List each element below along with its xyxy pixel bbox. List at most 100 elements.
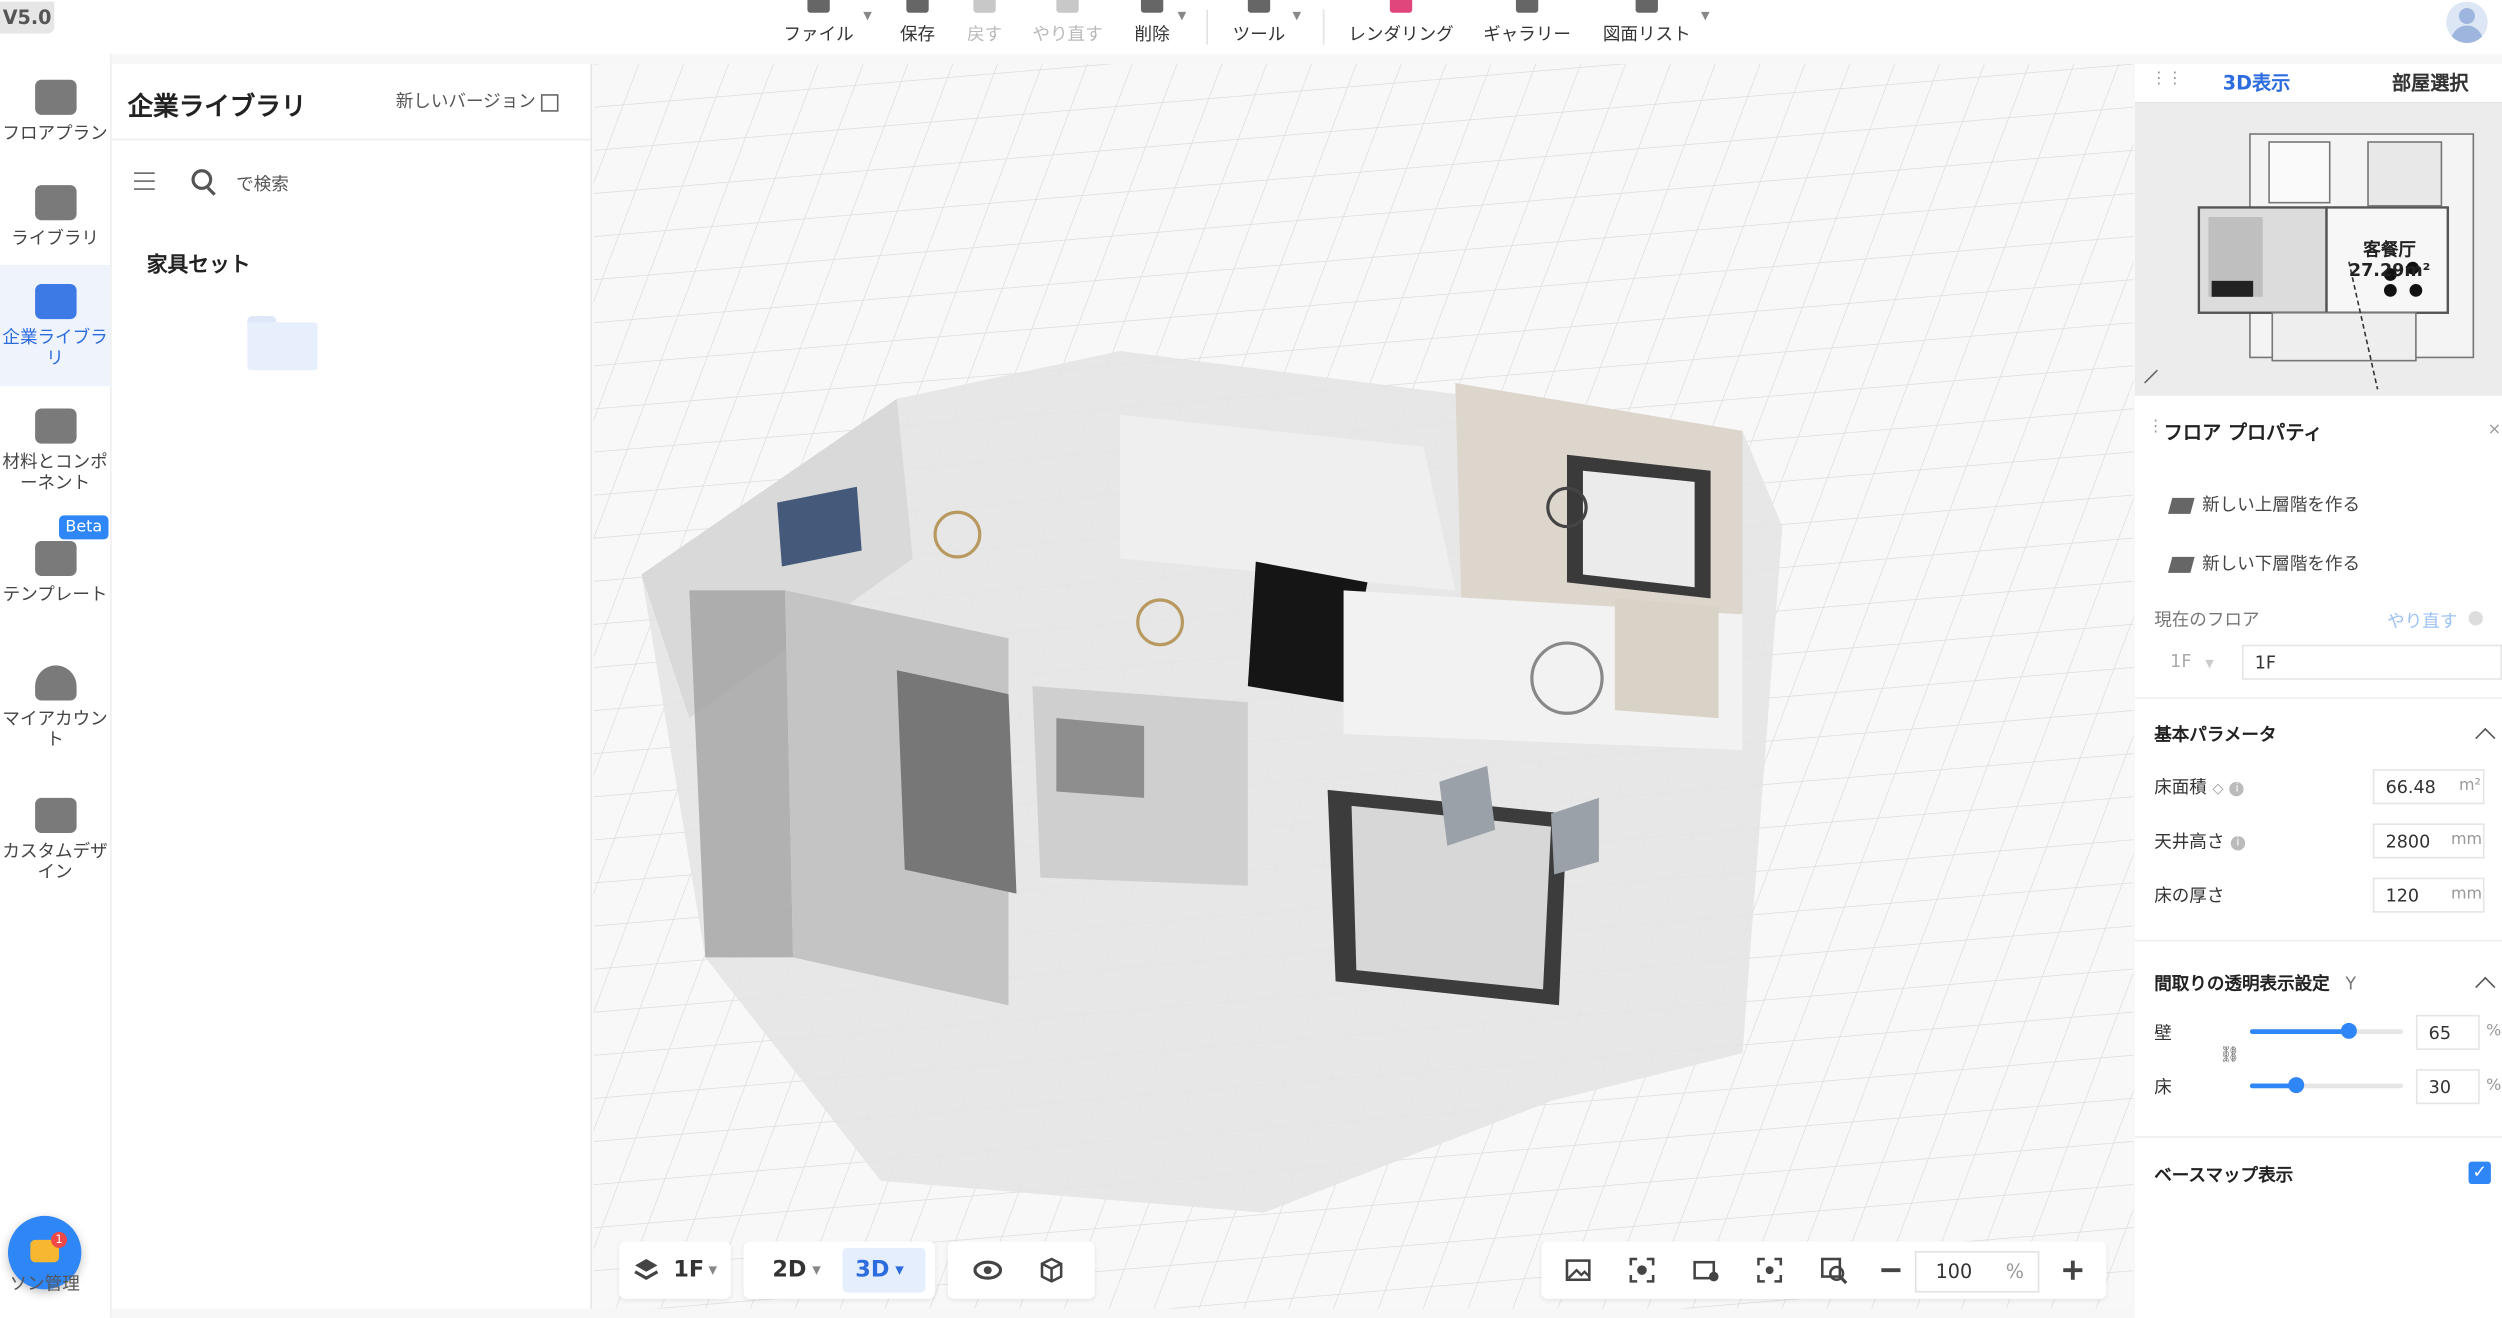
exit-icon — [540, 93, 559, 111]
collapse-icon[interactable] — [2475, 976, 2496, 998]
properties-title: フロア プロパティ — [2163, 421, 2323, 444]
current-floor-redo-link[interactable]: やり直す — [2387, 608, 2457, 634]
undo-button[interactable]: 戻す — [961, 0, 1009, 54]
3d-mode-button[interactable]: 3D ▼ — [842, 1247, 926, 1293]
list-icon[interactable] — [134, 172, 155, 191]
furniture-set-heading: 家具セット — [146, 253, 251, 278]
floor-selector[interactable]: 1F ▼ — [619, 1241, 731, 1299]
layers-icon — [34, 79, 76, 115]
chat-badge: 1 — [51, 1231, 68, 1248]
new-version-link[interactable]: 新しいバージョン — [396, 88, 559, 114]
version-badge: V5.0 — [0, 1, 55, 34]
user-icon — [34, 665, 76, 701]
add-layer-icon — [2168, 497, 2195, 514]
sofa-icon — [34, 185, 76, 221]
drawing-list-dropdown-icon[interactable]: ▼ — [1701, 10, 1710, 23]
2d-dropdown-icon[interactable]: ▼ — [812, 1264, 821, 1277]
nav-floorplan[interactable]: フロアプラン — [0, 79, 110, 163]
link-icon[interactable]: ⛓ — [2220, 1047, 2240, 1065]
image-icon[interactable] — [1564, 1256, 1593, 1285]
user-avatar[interactable] — [2446, 1, 2488, 44]
floor-transparency-slider[interactable] — [2249, 1077, 2404, 1094]
view-mode-toggle: 2D ▼ 3D ▼ — [743, 1241, 936, 1299]
info-icon: i — [2229, 781, 2245, 796]
library-panel: 企業ライブラリ 新しいバージョン で検索 家具セット — [111, 63, 593, 1309]
room-name: 客餐厅 — [2363, 239, 2416, 261]
file-button[interactable]: ファイル — [782, 0, 855, 54]
floor-select[interactable]: 1F ▼ — [2154, 645, 2237, 680]
tools-dropdown-icon[interactable]: ▼ — [1293, 10, 1302, 23]
zoom-region-icon[interactable] — [1819, 1256, 1848, 1285]
camera-settings-icon[interactable] — [1691, 1256, 1720, 1285]
refresh-icon[interactable] — [2468, 611, 2483, 626]
add-layer-icon — [2168, 556, 2195, 573]
basemap-label: ベースマップ表示 — [2154, 1164, 2294, 1186]
file-dropdown-icon[interactable]: ▼ — [863, 10, 872, 23]
search-input[interactable]: で検索 — [236, 171, 289, 197]
drag-handle-icon[interactable]: ⋮ — [2148, 418, 2164, 436]
room-area: 27.29m² — [2348, 260, 2431, 281]
beta-badge: Beta — [59, 515, 109, 540]
basemap-checkbox[interactable]: ✓ — [2468, 1161, 2491, 1185]
2d-mode-button[interactable]: 2D — [772, 1257, 806, 1283]
new-lower-floor-button[interactable]: 新しい下層階を作る — [2168, 551, 2360, 577]
floor-transparency-input[interactable]: 30 — [2415, 1069, 2480, 1105]
nav-my-account[interactable]: マイアカウント — [0, 665, 110, 761]
file-icon — [807, 0, 830, 13]
folder-icon[interactable] — [247, 315, 318, 371]
3d-viewport[interactable]: 1F ▼ 2D ▼ 3D ▼ 100 % — [593, 63, 2134, 1309]
zoom-input[interactable]: 100 % — [1914, 1251, 2040, 1293]
search-icon[interactable] — [191, 169, 213, 190]
divider — [2135, 697, 2502, 699]
zoom-out-icon[interactable] — [1877, 1256, 1906, 1285]
tab-room-select[interactable]: 部屋選択 — [2392, 69, 2469, 96]
drawing-list-button[interactable]: 図面リスト — [1600, 0, 1693, 54]
minimap[interactable]: 客餐厅 27.29m² — [2135, 102, 2502, 396]
house-model — [641, 351, 1783, 1213]
transparency-heading: 間取りの透明表示設定 Y — [2154, 973, 2357, 995]
nav-library[interactable]: ライブラリ — [0, 185, 110, 268]
tools-button[interactable]: ツール — [1229, 0, 1290, 54]
display-tools — [947, 1241, 1095, 1299]
close-icon[interactable]: × — [2488, 421, 2501, 439]
rendering-button[interactable]: レンダリング — [1345, 0, 1457, 54]
ceiling-height-label: 天井高さ i — [2154, 828, 2246, 854]
screenshot-icon[interactable] — [1628, 1256, 1657, 1285]
redo-icon — [1056, 0, 1079, 13]
3d-dropdown-icon: ▼ — [895, 1263, 904, 1277]
save-button[interactable]: 保存 — [894, 0, 942, 54]
slider-handle[interactable] — [2341, 1022, 2358, 1039]
divider — [2135, 939, 2502, 942]
nav-materials[interactable]: 材料とコンポーネント — [0, 408, 110, 504]
redo-button[interactable]: やり直す — [1029, 0, 1106, 54]
wall-transparency-slider[interactable] — [2249, 1022, 2404, 1039]
wall-transparency-input[interactable]: 65 — [2415, 1014, 2480, 1050]
delete-dropdown-icon[interactable]: ▼ — [1178, 10, 1187, 23]
basic-params-heading: 基本パラメータ — [2154, 724, 2277, 746]
nav-enterprise-library[interactable]: 企業ライブラリ — [0, 264, 111, 387]
eye-icon[interactable] — [973, 1256, 1003, 1285]
floor-thickness-label: 床の厚さ — [2154, 885, 2225, 907]
collapse-icon[interactable] — [2475, 727, 2496, 749]
gallery-button[interactable]: ギャラリー — [1481, 0, 1574, 54]
focus-icon[interactable] — [1755, 1256, 1784, 1285]
top-toolbar: V5.0 ファイル ▼ 保存 戻す やり直す 削除 ▼ ツール ▼ レンダリング… — [0, 0, 2502, 55]
nav-custom-design[interactable]: カスタムデザイン — [0, 797, 110, 894]
zoom-in-icon[interactable] — [2058, 1256, 2087, 1285]
current-floor-label: 現在のフロア — [2154, 609, 2260, 631]
chevron-down-icon: ▼ — [2205, 657, 2214, 671]
right-panel: ⋮⋮ 3D表示 部屋選択 客餐厅 27.29m² ⋮ フロア プロパティ × 新… — [2135, 63, 2502, 1318]
new-upper-floor-button[interactable]: 新しい上層階を作る — [2168, 491, 2360, 517]
document-icon — [1635, 0, 1658, 13]
delete-button[interactable]: 削除 — [1130, 0, 1175, 54]
nav-templates[interactable]: テンプレート — [0, 540, 110, 637]
drag-handle-icon[interactable]: ⋮⋮ — [2151, 70, 2183, 88]
chat-label: ソン管理 — [9, 1273, 80, 1295]
wall-label: 壁 — [2154, 1022, 2172, 1044]
layers-icon — [634, 1259, 659, 1280]
tab-3d-view[interactable]: 3D表示 — [2223, 69, 2291, 96]
floor-name-input[interactable]: 1F — [2241, 644, 2502, 680]
cube-icon[interactable] — [1037, 1256, 1066, 1285]
slider-handle[interactable] — [2287, 1077, 2304, 1094]
render-icon — [1389, 0, 1413, 13]
